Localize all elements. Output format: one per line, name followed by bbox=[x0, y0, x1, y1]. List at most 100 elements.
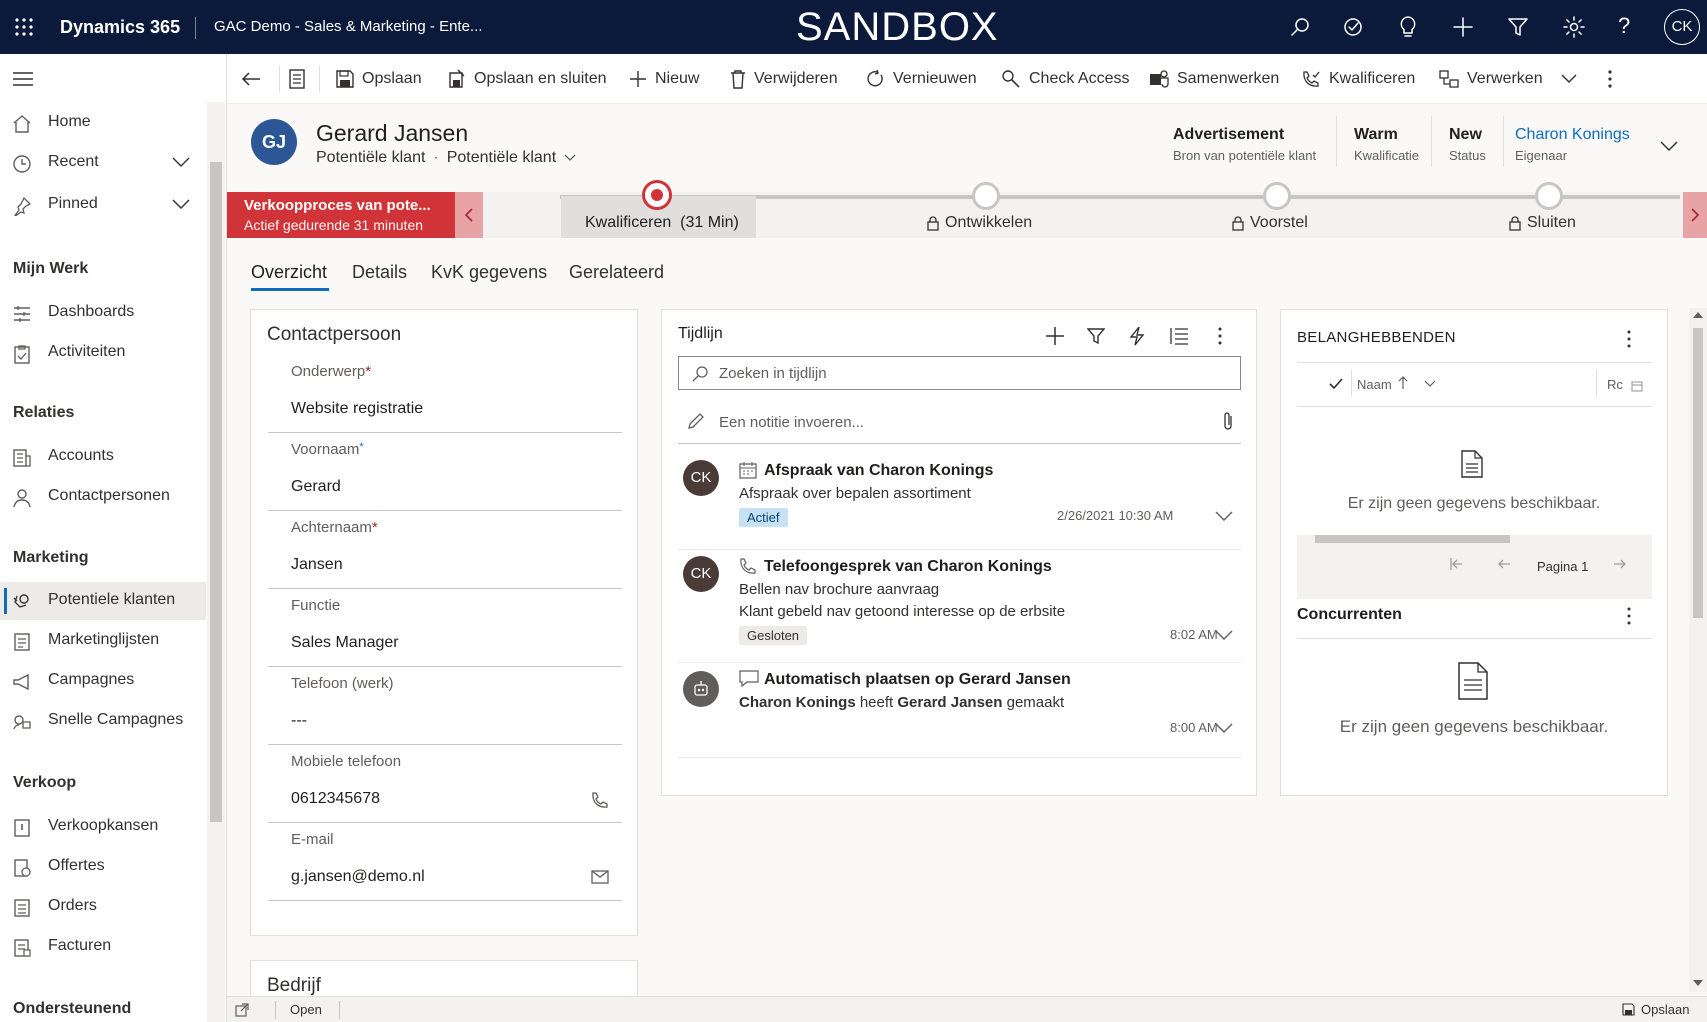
sidebar-item-pinned[interactable]: Pinned bbox=[0, 186, 206, 224]
refresh-button[interactable]: Vernieuwen bbox=[865, 54, 977, 104]
next-page-icon[interactable] bbox=[1613, 557, 1627, 571]
scrollbar-thumb[interactable] bbox=[1693, 328, 1703, 618]
stage-marker[interactable] bbox=[1535, 182, 1563, 210]
collaborate-button[interactable]: Samenwerken bbox=[1149, 54, 1279, 104]
main-scrollbar[interactable] bbox=[1689, 308, 1707, 992]
process-prev-button[interactable] bbox=[455, 192, 483, 238]
process-next-button[interactable] bbox=[1683, 192, 1707, 238]
stage-proposal[interactable]: Voorstel bbox=[1232, 214, 1308, 232]
timeline-search-input[interactable]: Zoeken in tijdlijn bbox=[678, 356, 1241, 390]
tab-overview[interactable]: Overzicht bbox=[251, 262, 327, 283]
chevron-down-icon[interactable] bbox=[1215, 630, 1233, 641]
chevron-down-icon[interactable] bbox=[1215, 723, 1233, 734]
plus-icon[interactable] bbox=[1452, 16, 1474, 38]
app-context-title[interactable]: GAC Demo - Sales & Marketing - Ente... bbox=[214, 0, 482, 54]
chevron-down-icon[interactable] bbox=[1424, 380, 1436, 388]
chevron-down-icon[interactable] bbox=[1215, 511, 1233, 522]
more-vertical-icon[interactable] bbox=[1217, 327, 1223, 345]
process-button[interactable]: Verwerken bbox=[1439, 54, 1577, 104]
timeline-item-autopost[interactable]: Automatisch plaatsen op Gerard Jansen Ch… bbox=[678, 664, 1241, 752]
sidebar-item-quotes[interactable]: Offertes bbox=[0, 848, 206, 886]
sidebar-item-quick-campaigns[interactable]: Snelle Campagnes bbox=[0, 702, 206, 740]
hamburger-menu-icon[interactable] bbox=[13, 72, 33, 86]
scroll-down-icon[interactable] bbox=[1693, 980, 1703, 986]
field-work-phone[interactable]: --- bbox=[291, 712, 307, 730]
field-email[interactable]: g.jansen@demo.nl bbox=[291, 868, 425, 886]
first-page-icon[interactable] bbox=[1450, 557, 1464, 571]
gear-icon[interactable] bbox=[1562, 15, 1586, 39]
note-input[interactable]: Een notitie invoeren... bbox=[719, 414, 864, 431]
form-selector[interactable]: Potentiële klant bbox=[447, 149, 556, 166]
column-header-role[interactable]: Rc bbox=[1607, 377, 1623, 392]
check-access-button[interactable]: Check Access bbox=[1001, 54, 1129, 104]
more-vertical-icon[interactable] bbox=[1626, 607, 1632, 625]
stage-develop[interactable]: Ontwikkelen bbox=[927, 214, 1032, 232]
tab-kvk-data[interactable]: KvK gegevens bbox=[431, 262, 547, 283]
lightbulb-icon[interactable] bbox=[1397, 15, 1419, 39]
select-all-check-icon[interactable] bbox=[1329, 378, 1343, 390]
stage-close[interactable]: Sluiten bbox=[1509, 214, 1576, 232]
help-icon[interactable]: ? bbox=[1618, 13, 1630, 39]
tab-details[interactable]: Details bbox=[352, 262, 407, 283]
phone-icon[interactable] bbox=[591, 791, 609, 809]
expand-all-icon[interactable] bbox=[1169, 327, 1189, 345]
sidebar-item-campaigns[interactable]: Campagnes bbox=[0, 662, 206, 700]
more-commands-button[interactable] bbox=[1607, 54, 1613, 104]
sidebar-item-marketing-lists[interactable]: Marketinglijsten bbox=[0, 622, 206, 660]
sidebar-item-activities[interactable]: Activiteiten bbox=[0, 334, 206, 372]
timeline-item-appointment[interactable]: CK Afspraak van Charon Konings Afspraak … bbox=[678, 450, 1241, 538]
form-selector-button[interactable] bbox=[289, 54, 305, 104]
sidebar-item-contacts[interactable]: Contactpersonen bbox=[0, 478, 206, 516]
filter-icon[interactable] bbox=[1087, 327, 1105, 345]
chevron-down-icon[interactable] bbox=[564, 154, 576, 162]
filter-icon[interactable] bbox=[1507, 16, 1529, 38]
sidebar-scrollbar[interactable] bbox=[207, 102, 225, 1022]
plus-icon[interactable] bbox=[1045, 326, 1065, 346]
scrollbar-thumb[interactable] bbox=[210, 162, 222, 822]
sidebar-item-leads[interactable]: Potentiele klanten bbox=[0, 582, 206, 620]
sidebar-item-opportunities[interactable]: Verkoopkansen bbox=[0, 808, 206, 846]
field-mobile[interactable]: 0612345678 bbox=[291, 790, 380, 808]
process-name-panel[interactable]: Verkoopproces van pote... Actief geduren… bbox=[227, 192, 455, 238]
column-header-name[interactable]: Naam bbox=[1357, 377, 1392, 392]
app-launcher-icon[interactable] bbox=[14, 17, 34, 37]
chevron-down-icon[interactable] bbox=[172, 156, 190, 168]
back-button[interactable] bbox=[241, 54, 261, 104]
field-subject[interactable]: Website registratie bbox=[291, 400, 423, 418]
stage-active-marker[interactable] bbox=[642, 180, 672, 210]
field-firstname[interactable]: Gerard bbox=[291, 478, 341, 496]
app-name[interactable]: Dynamics 365 bbox=[60, 0, 180, 54]
sidebar-item-dashboards[interactable]: Dashboards bbox=[0, 294, 206, 332]
timeline-item-phonecall[interactable]: CK Telefoongesprek van Charon Konings Be… bbox=[678, 550, 1241, 658]
search-icon[interactable] bbox=[1289, 16, 1311, 38]
horizontal-scrollbar[interactable] bbox=[1315, 535, 1510, 543]
task-check-icon[interactable] bbox=[1342, 16, 1364, 38]
more-vertical-icon[interactable] bbox=[1626, 330, 1632, 348]
field-jobtitle[interactable]: Sales Manager bbox=[291, 634, 399, 652]
header-owner-link[interactable]: Charon Konings bbox=[1515, 126, 1630, 144]
stage-marker[interactable] bbox=[1263, 182, 1291, 210]
sidebar-item-orders[interactable]: Orders bbox=[0, 888, 206, 926]
statusbar-save-button[interactable]: Opslaan bbox=[1622, 1002, 1689, 1017]
sidebar-item-accounts[interactable]: Accounts bbox=[0, 438, 206, 476]
header-expand-chevron-icon[interactable] bbox=[1660, 140, 1678, 152]
save-and-close-button[interactable]: Opslaan en sluiten bbox=[446, 54, 607, 104]
chevron-down-icon[interactable] bbox=[172, 198, 190, 210]
previous-page-icon[interactable] bbox=[1497, 557, 1511, 571]
attachment-icon[interactable] bbox=[1222, 411, 1234, 431]
qualify-button[interactable]: Kwalificeren bbox=[1301, 54, 1415, 104]
save-button[interactable]: Opslaan bbox=[336, 54, 422, 104]
stage-marker[interactable] bbox=[972, 182, 1000, 210]
sidebar-item-recent[interactable]: Recent bbox=[0, 144, 206, 182]
scroll-up-icon[interactable] bbox=[1693, 312, 1703, 318]
flash-icon[interactable] bbox=[1129, 326, 1145, 346]
open-in-new-window-icon[interactable] bbox=[235, 1003, 249, 1017]
new-button[interactable]: Nieuw bbox=[629, 54, 699, 104]
email-icon[interactable] bbox=[591, 870, 609, 884]
delete-button[interactable]: Verwijderen bbox=[730, 54, 838, 104]
tab-related[interactable]: Gerelateerd bbox=[569, 262, 664, 283]
sidebar-item-home[interactable]: Home bbox=[0, 104, 206, 142]
sidebar-item-invoices[interactable]: Facturen bbox=[0, 928, 206, 966]
sort-ascending-icon[interactable] bbox=[1398, 376, 1408, 390]
user-avatar[interactable]: CK bbox=[1664, 9, 1700, 45]
